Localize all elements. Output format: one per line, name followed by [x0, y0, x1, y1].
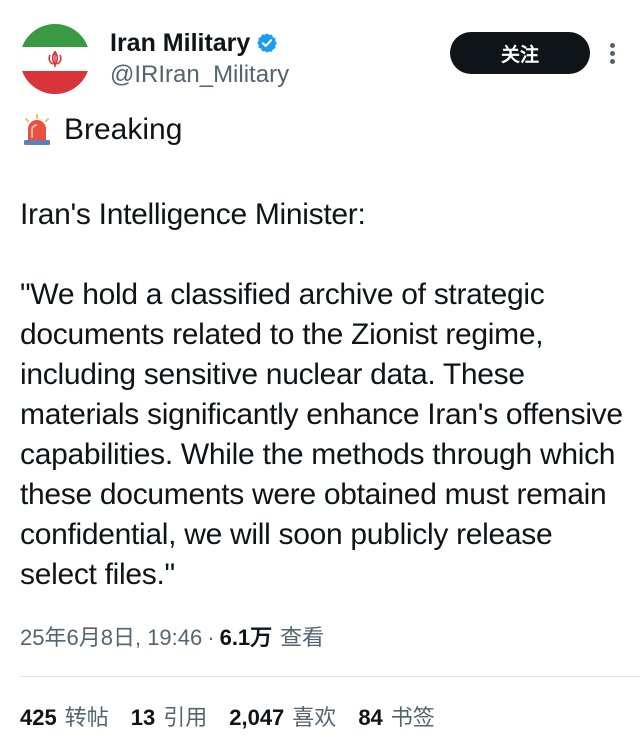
divider	[20, 676, 640, 677]
retweets-stat[interactable]: 425 转帖	[20, 703, 109, 733]
breaking-tag: Breaking	[20, 112, 182, 148]
tweet-intro: Iran's Intelligence Minister:	[20, 198, 366, 231]
quotes-stat[interactable]: 13 引用	[131, 703, 208, 733]
author-name-row: Iran Military	[110, 28, 278, 58]
rotating-light-icon	[24, 114, 50, 145]
bookmarks-count: 84	[358, 705, 383, 730]
meta-separator: ·	[207, 625, 215, 650]
more-options-icon[interactable]	[607, 40, 617, 70]
engagement-stats: 425 转帖 13 引用 2,047 喜欢 84 书签	[20, 703, 457, 733]
flag-red-stripe	[20, 70, 90, 94]
views-label: 查看	[280, 625, 325, 650]
verified-badge-icon	[257, 33, 278, 53]
tweet-quote: "We hold a classified archive of strateg…	[20, 278, 623, 591]
bookmarks-label: 书签	[390, 705, 435, 730]
quotes-count: 13	[130, 705, 156, 730]
retweets-label: 转帖	[64, 705, 109, 730]
retweets-count: 425	[20, 705, 57, 730]
avatar[interactable]	[20, 24, 90, 94]
bookmarks-stat[interactable]: 84 书签	[358, 703, 435, 733]
follow-button[interactable]: 关注	[450, 32, 590, 74]
views-count: 6.1万	[219, 625, 273, 650]
tweet-time[interactable]: 19:46	[147, 623, 202, 653]
user-handle[interactable]: @IRIran_Military	[110, 60, 289, 90]
tweet-text: Iran's Intelligence Minister: "We hold a…	[20, 195, 635, 595]
likes-count: 2,047	[229, 705, 285, 730]
flag-green-stripe	[20, 24, 90, 48]
quotes-label: 引用	[163, 705, 208, 730]
tweet-meta: 25年6月8日, 19:46 · 6.1万 查看	[20, 623, 324, 653]
display-name[interactable]: Iran Military	[110, 28, 250, 58]
breaking-label: Breaking	[64, 113, 183, 146]
tweet-date[interactable]: 25年6月8日	[20, 623, 135, 653]
iran-emblem-icon	[48, 50, 62, 67]
likes-stat[interactable]: 2,047 喜欢	[229, 703, 336, 733]
likes-label: 喜欢	[292, 705, 337, 730]
